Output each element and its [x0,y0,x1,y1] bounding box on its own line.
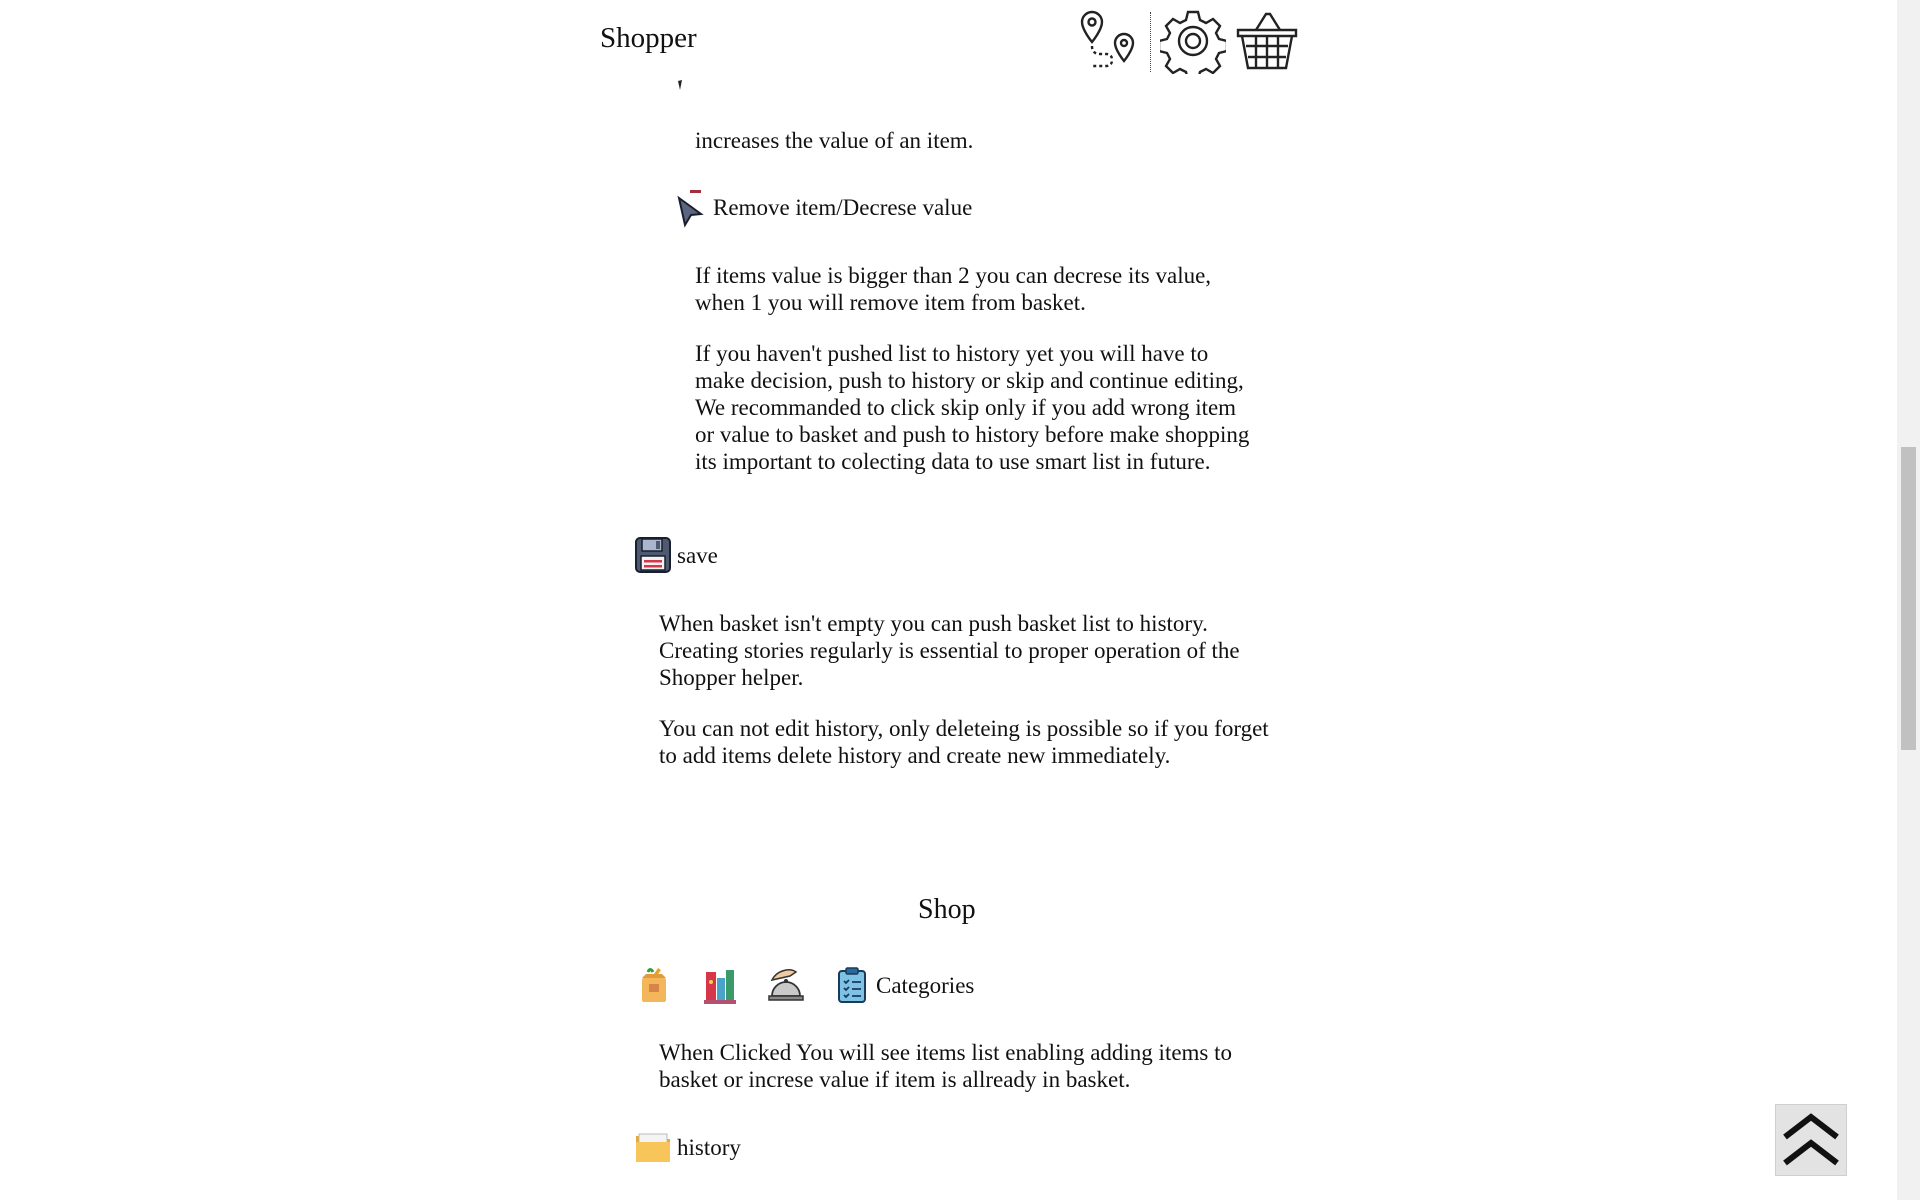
remove-item-label: Remove item/Decrese value [713,195,973,220]
save-paragraph-1: When basket isn't empty you can push bas… [659,611,1240,690]
grocery-bag-icon[interactable] [638,966,670,1004]
service-bell-icon[interactable] [766,966,806,1004]
products-shelf-icon[interactable] [704,968,736,1004]
plus-icon-partial [676,78,684,90]
clipboard-checklist-icon[interactable] [836,966,868,1004]
scroll-to-top-button[interactable] [1775,1104,1847,1176]
remove-paragraph-2: If you haven't pushed list to history ye… [695,341,1250,474]
add-description: increases the value of an item. [695,128,974,153]
scrollbar-thumb[interactable] [1901,447,1916,750]
minus-cursor-icon[interactable] [676,188,704,228]
basket-icon[interactable] [1234,8,1300,74]
categories-description: When Clicked You will see items list ena… [659,1040,1233,1092]
shop-heading: Shop [918,894,976,925]
save-label: save [677,543,718,568]
header-divider [1150,12,1151,72]
app-title[interactable]: Shopper [600,22,697,55]
gear-icon[interactable] [1160,8,1226,74]
map-route-icon[interactable] [1074,8,1140,74]
floppy-save-icon[interactable] [634,536,672,574]
folder-history-icon[interactable] [634,1130,672,1164]
page: Shopper increases the value of an item. … [0,0,1897,1200]
double-chevron-up-icon [1783,1113,1839,1166]
categories-label: Categories [876,973,975,998]
vertical-scrollbar[interactable] [1897,0,1920,1200]
save-paragraph-2: You can not edit history, only deleteing… [659,716,1269,768]
history-label: history [677,1135,741,1160]
app-header: Shopper [600,0,1300,84]
remove-paragraph-1: If items value is bigger than 2 you can … [695,263,1212,315]
